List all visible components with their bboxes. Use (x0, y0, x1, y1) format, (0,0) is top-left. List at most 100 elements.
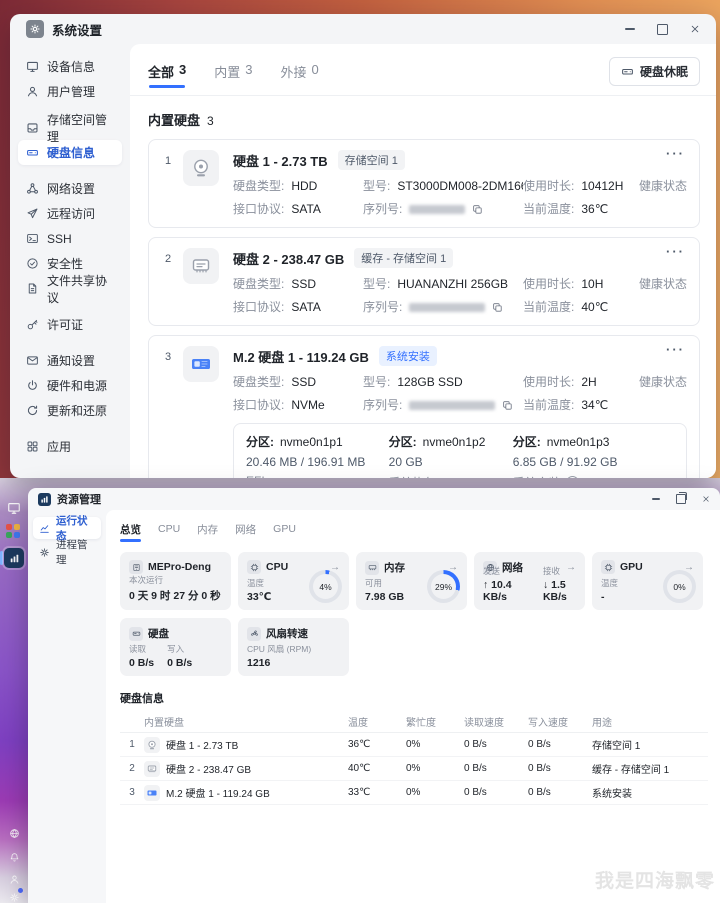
col-usage: 用途 (592, 717, 612, 729)
tab-count: 3 (245, 61, 253, 77)
protocol-label: 接口协议: (233, 202, 285, 216)
sidebar-item-apps[interactable]: 应用 (18, 434, 122, 459)
host-card[interactable]: MEPro-Deng 本次运行 0 天 9 时 27 分 0 秒 (120, 552, 231, 610)
resource-tabs: 总览 CPU 内存 网络 GPU (120, 518, 708, 542)
resource-content: 总览 CPU 内存 网络 GPU MEPro-Deng 本次运行 0 天 9 时… (106, 510, 720, 903)
sidebar-item-label: 硬件和电源 (47, 379, 108, 393)
memory-gauge: 29% (427, 570, 460, 603)
sidebar-item-label: 网络设置 (47, 182, 96, 196)
dock-settings-icon[interactable] (7, 888, 23, 903)
partition-size: 20.46 MB / 196.91 MB (246, 455, 366, 469)
temp-value: 40℃ (581, 300, 609, 314)
sidebar-item-network[interactable]: 网络设置 (18, 176, 122, 201)
minimize-button[interactable] (625, 28, 635, 30)
tab-label: 全部 (148, 64, 175, 80)
row-usage: 存储空间 1 (592, 741, 641, 752)
divider (130, 95, 716, 96)
temp-label: 当前温度: (523, 398, 575, 412)
sidebar-item-device-info[interactable]: 设备信息 (18, 54, 122, 79)
copy-icon[interactable] (502, 400, 513, 411)
tab-label: 外接 (280, 64, 307, 80)
sidebar-item-user-management[interactable]: 用户管理 (18, 79, 122, 104)
tab-all[interactable]: 全部 3 (148, 62, 186, 88)
chart-icon (40, 524, 49, 533)
table-row[interactable]: 3 M.2 硬盘 1 - 119.24 GB 33℃ 0% 0 B/s 0 B/… (120, 781, 708, 805)
copy-icon[interactable] (492, 302, 503, 313)
sidebar-item-update-restore[interactable]: 更新和还原 (18, 398, 122, 423)
network-card[interactable]: 网络 发送↑ 10.4 KB/s 接收↓ 1.5 KB/s (474, 552, 585, 610)
sidebar-item-remote-access[interactable]: 远程访问 (18, 201, 122, 226)
sidebar-item-hardware-power[interactable]: 硬件和电源 (18, 373, 122, 398)
settings-sidebar: 设备信息 用户管理 存储空间管理 硬盘信息 网络设置 远程访问 SSH 安全性 … (10, 44, 130, 478)
tab-memory[interactable]: 内存 (197, 522, 218, 537)
m2-ssd-icon (144, 784, 160, 801)
minimize-button[interactable] (652, 498, 660, 500)
row-read: 0 B/s (464, 763, 487, 774)
close-button[interactable] (690, 24, 700, 34)
sidebar-item-file-share[interactable]: 文件共享协议 (18, 274, 122, 305)
user-icon (27, 86, 38, 97)
disk-io-card[interactable]: 硬盘 读取 0 B/s 写入 0 B/s (120, 618, 231, 676)
tab-count: 0 (311, 61, 319, 77)
tab-network[interactable]: 网络 (235, 522, 256, 537)
dock-user-icon[interactable] (7, 872, 21, 886)
sidebar-item-ssh[interactable]: SSH (18, 226, 122, 251)
maximize-button[interactable] (657, 23, 668, 35)
copy-icon[interactable] (472, 204, 483, 215)
serial-redacted (409, 303, 486, 313)
more-menu-button[interactable] (666, 244, 685, 259)
tab-external[interactable]: 外接 0 (281, 62, 319, 81)
card-label: 本次运行 (129, 575, 164, 585)
dock-notifications-icon[interactable] (7, 850, 21, 864)
tab-cpu[interactable]: CPU (158, 523, 180, 535)
memory-card[interactable]: 内存 可用 7.98 GB 29% (356, 552, 467, 610)
fan-card[interactable]: 风扇转速 CPU 风扇 (RPM) 1216 (238, 618, 349, 676)
cpu-card[interactable]: CPU 温度 33℃ 4% (238, 552, 349, 610)
tab-gpu[interactable]: GPU (273, 523, 296, 535)
disk-table-header: 内置硬盘 温度 繁忙度 读取速度 写入速度 用途 (120, 710, 708, 733)
row-temp: 40℃ (348, 763, 371, 774)
sidebar-item-notifications[interactable]: 通知设置 (18, 348, 122, 373)
gpu-card[interactable]: GPU 温度 - 0% (592, 552, 703, 610)
tab-overview[interactable]: 总览 (120, 522, 141, 542)
partition-usage: 系统安装 (513, 474, 561, 478)
protocol-label: 接口协议: (233, 300, 285, 314)
tab-internal[interactable]: 内置 3 (214, 62, 252, 81)
dock-resource-manager-icon[interactable] (4, 548, 24, 568)
m2-ssd-icon (183, 346, 219, 382)
read-value: 0 B/s (129, 657, 155, 669)
usage-hours-value: 2H (581, 375, 597, 389)
resource-titlebar: 资源管理 (28, 488, 720, 510)
info-icon[interactable]: i (565, 476, 579, 478)
partition-panel: 分区: nvme0n1p1 20.46 MB / 196.91 MB EFI 分区… (233, 423, 687, 478)
dock-desktop-icon[interactable] (4, 498, 24, 518)
sidebar-item-run-status[interactable]: 运行状态 (33, 515, 101, 542)
write-label: 写入 (167, 644, 185, 654)
hdd-icon (183, 150, 219, 186)
more-menu-button[interactable] (666, 146, 685, 161)
temp-label: 当前温度: (523, 300, 575, 314)
health-status[interactable]: 健康状态:正常› (639, 373, 687, 390)
row-disk-name: 硬盘 1 - 2.73 TB (166, 741, 239, 752)
table-row[interactable]: 2 硬盘 2 - 238.47 GB 40℃ 0% 0 B/s 0 B/s 缓存… (120, 757, 708, 781)
send-value: ↑ 10.4 KB/s (483, 579, 512, 603)
sidebar-item-label: 设备信息 (47, 60, 96, 74)
section-count: 3 (207, 114, 214, 128)
table-row[interactable]: 1 硬盘 1 - 2.73 TB 36℃ 0% 0 B/s 0 B/s 存储空间… (120, 733, 708, 757)
health-status[interactable]: 健康状态:正常› (639, 177, 687, 194)
health-status[interactable]: 健康状态:正常› (639, 275, 687, 292)
disk-badge: 缓存 - 存储空间 1 (354, 248, 454, 268)
partition-name: nvme0n1p1 (280, 435, 343, 449)
protocol-label: 接口协议: (233, 398, 285, 412)
disk-hibernate-button[interactable]: 硬盘休眠 (608, 56, 700, 86)
sidebar-item-process-management[interactable]: 进程管理 (33, 539, 101, 566)
card-title: 硬盘 (148, 628, 169, 640)
sidebar-item-storage-space[interactable]: 存储空间管理 (18, 113, 122, 144)
more-menu-button[interactable] (666, 342, 685, 357)
restore-button[interactable] (676, 491, 687, 504)
partition-name: nvme0n1p2 (422, 435, 486, 449)
dock-search-icon[interactable] (7, 826, 21, 840)
close-button[interactable] (702, 495, 710, 503)
dock-launcher-icon[interactable] (6, 524, 20, 538)
sidebar-item-license[interactable]: 许可证 (18, 312, 122, 337)
